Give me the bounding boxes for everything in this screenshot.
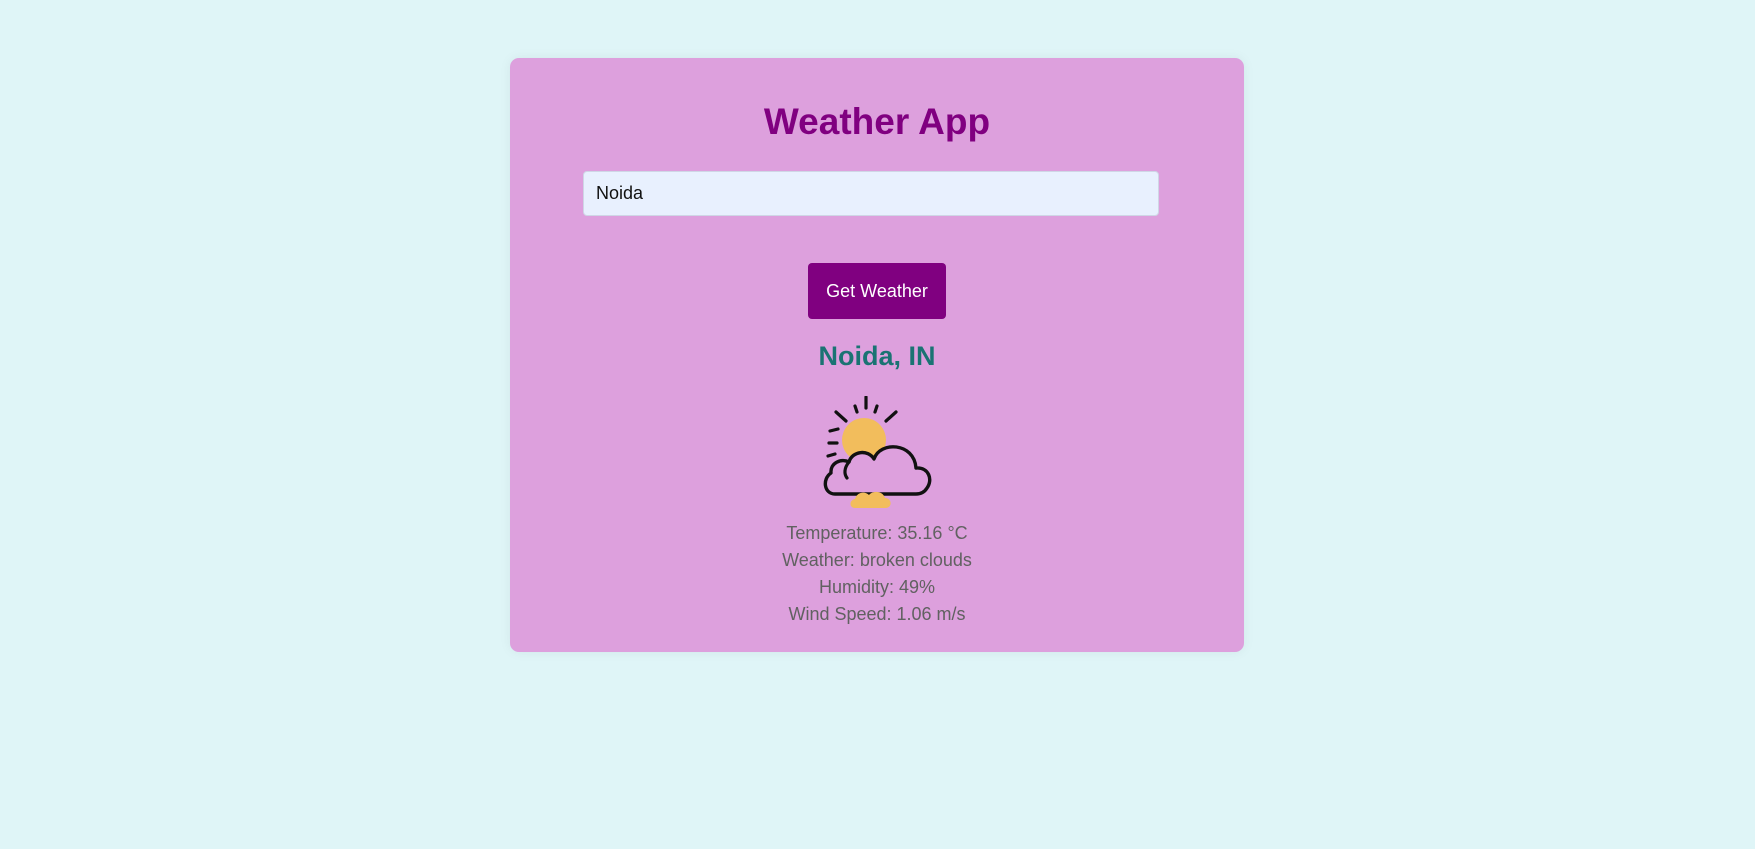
wind-speed-text: Wind Speed: 1.06 m/s: [788, 604, 966, 624]
app-title: Weather App: [763, 101, 991, 142]
weather-card: Weather App Get Weather Noida, IN Temper…: [510, 58, 1244, 652]
humidity-text: Humidity: 49%: [818, 577, 936, 597]
location-heading: Noida, IN: [818, 341, 936, 371]
city-search-input[interactable]: [583, 171, 1159, 216]
weather-details: Temperature: 35.16 °C Weather: broken cl…: [510, 520, 1244, 628]
sun-behind-cloud-icon: [823, 396, 932, 508]
temperature-text: Temperature: 35.16 °C: [786, 523, 968, 543]
get-weather-button[interactable]: Get Weather: [808, 263, 946, 319]
weather-description-text: Weather: broken clouds: [782, 550, 972, 570]
